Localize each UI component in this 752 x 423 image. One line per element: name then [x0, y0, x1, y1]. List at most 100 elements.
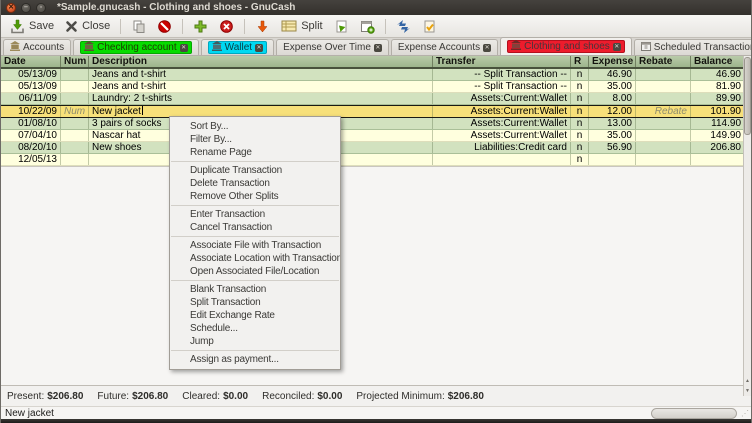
- menu-item-edit-exchange-rate[interactable]: Edit Exchange Rate: [170, 309, 340, 322]
- tab-accounts[interactable]: Accounts: [3, 39, 71, 55]
- cell-balance[interactable]: 89.90: [691, 93, 745, 104]
- cell-balance[interactable]: 46.90: [691, 69, 745, 80]
- tab-checking-account[interactable]: Checking account ✕: [73, 39, 199, 55]
- tab-expense-accounts[interactable]: Expense Accounts ✕: [391, 39, 498, 55]
- cell-transfer[interactable]: -- Split Transaction --: [433, 81, 571, 92]
- cell-date[interactable]: 05/13/09: [1, 81, 61, 92]
- menu-item-associate-file[interactable]: Associate File with Transaction: [170, 239, 340, 252]
- cell-balance[interactable]: 206.80: [691, 142, 745, 153]
- enter-button[interactable]: [188, 16, 213, 36]
- cell-balance[interactable]: [691, 154, 745, 165]
- tab-close-icon[interactable]: ✕: [374, 44, 382, 52]
- cell-num[interactable]: [61, 130, 89, 141]
- split-button[interactable]: Split: [276, 16, 327, 36]
- menu-item-delete-transaction[interactable]: Delete Transaction: [170, 177, 340, 190]
- close-button[interactable]: Close: [60, 16, 115, 36]
- column-header-r[interactable]: R: [571, 56, 589, 67]
- tab-wallet[interactable]: Wallet ✕: [201, 39, 274, 55]
- cell-expense[interactable]: 35.00: [589, 81, 636, 92]
- tab-close-icon[interactable]: ✕: [255, 44, 263, 52]
- cell-date[interactable]: 05/13/09: [1, 69, 61, 80]
- cell-num[interactable]: [61, 93, 89, 104]
- cell-reconciled[interactable]: n: [571, 93, 589, 104]
- cell-transfer[interactable]: Assets:Current:Wallet: [433, 130, 571, 141]
- cell-balance[interactable]: 114.90: [691, 118, 745, 129]
- menu-item-jump[interactable]: Jump: [170, 335, 340, 348]
- cell-transfer[interactable]: -- Split Transaction --: [433, 69, 571, 80]
- menu-item-split-transaction[interactable]: Split Transaction: [170, 296, 340, 309]
- cell-transfer[interactable]: Assets:Current:Wallet: [433, 93, 571, 104]
- cell-description[interactable]: Laundry: 2 t-shirts: [89, 93, 433, 104]
- cell-reconciled[interactable]: n: [571, 130, 589, 141]
- cell-transfer[interactable]: [433, 154, 571, 165]
- tab-close-icon[interactable]: ✕: [613, 43, 621, 51]
- schedule-button[interactable]: [355, 16, 380, 36]
- delete-button[interactable]: [152, 16, 177, 36]
- cell-reconciled[interactable]: n: [571, 81, 589, 92]
- window-minimize-button[interactable]: –: [21, 3, 31, 13]
- menu-item-open-associated[interactable]: Open Associated File/Location: [170, 265, 340, 278]
- cell-reconciled[interactable]: n: [571, 106, 589, 117]
- tab-clothing-and-shoes[interactable]: Clothing and shoes ✕: [500, 37, 632, 55]
- cell-rebate[interactable]: [636, 93, 691, 104]
- cell-rebate-placeholder[interactable]: Rebate: [636, 106, 691, 117]
- transaction-row-selected[interactable]: 10/22/09 Num New jacket Assets:Current:W…: [1, 105, 745, 118]
- column-header-rebate[interactable]: Rebate: [636, 56, 691, 67]
- column-header-date[interactable]: Date: [1, 56, 61, 67]
- resize-grip[interactable]: ⋰: [741, 410, 749, 418]
- cell-date[interactable]: 01/08/10: [1, 118, 61, 129]
- transaction-row[interactable]: 06/11/09 Laundry: 2 t-shirts Assets:Curr…: [1, 93, 745, 105]
- transaction-row[interactable]: 01/08/10 3 pairs of socks Assets:Current…: [1, 118, 745, 130]
- cell-date[interactable]: 10/22/09: [1, 106, 61, 117]
- column-header-description[interactable]: Description: [89, 56, 433, 67]
- cell-num-placeholder[interactable]: Num: [61, 106, 89, 117]
- cell-num[interactable]: [61, 142, 89, 153]
- vertical-scrollbar[interactable]: ▲ ▼: [743, 56, 751, 396]
- cell-reconciled[interactable]: n: [571, 154, 589, 165]
- transfer-button[interactable]: [391, 16, 416, 36]
- cell-reconciled[interactable]: n: [571, 142, 589, 153]
- menu-item-remove-other-splits[interactable]: Remove Other Splits: [170, 190, 340, 203]
- column-header-num[interactable]: Num: [61, 56, 89, 67]
- window-close-button[interactable]: ✕: [6, 3, 16, 13]
- scroll-down-icon[interactable]: ▼: [744, 387, 751, 396]
- tab-close-icon[interactable]: ✕: [180, 44, 188, 52]
- cell-balance[interactable]: 101.90: [691, 106, 745, 117]
- transaction-row[interactable]: 05/13/09 Jeans and t-shirt -- Split Tran…: [1, 81, 745, 93]
- menu-item-cancel-transaction[interactable]: Cancel Transaction: [170, 221, 340, 234]
- cell-expense[interactable]: 8.00: [589, 93, 636, 104]
- tab-close-icon[interactable]: ✕: [483, 44, 491, 52]
- transaction-row[interactable]: 12/05/13 n: [1, 154, 745, 166]
- scroll-up-icon[interactable]: ▲: [744, 377, 751, 386]
- cell-transfer[interactable]: Liabilities:Credit card: [433, 142, 571, 153]
- menu-item-duplicate-transaction[interactable]: Duplicate Transaction: [170, 164, 340, 177]
- menu-item-schedule[interactable]: Schedule...: [170, 322, 340, 335]
- cell-transfer[interactable]: Assets:Current:Wallet: [433, 118, 571, 129]
- cell-description[interactable]: Jeans and t-shirt: [89, 81, 433, 92]
- cell-date[interactable]: 06/11/09: [1, 93, 61, 104]
- save-button[interactable]: Save: [5, 16, 59, 36]
- transaction-row[interactable]: 08/20/10 New shoes Liabilities:Credit ca…: [1, 142, 745, 154]
- cell-rebate[interactable]: [636, 81, 691, 92]
- blank-transaction-button[interactable]: [250, 16, 275, 36]
- menu-item-enter-transaction[interactable]: Enter Transaction: [170, 208, 340, 221]
- cell-balance[interactable]: 149.90: [691, 130, 745, 141]
- jump-button[interactable]: [329, 16, 354, 36]
- cell-num[interactable]: [61, 81, 89, 92]
- cell-date[interactable]: 08/20/10: [1, 142, 61, 153]
- column-header-transfer[interactable]: Transfer: [433, 56, 571, 67]
- cell-rebate[interactable]: [636, 154, 691, 165]
- cell-expense[interactable]: 56.90: [589, 142, 636, 153]
- cell-num[interactable]: [61, 118, 89, 129]
- duplicate-button[interactable]: [126, 16, 151, 36]
- scrollbar-thumb[interactable]: [744, 57, 751, 135]
- cell-num[interactable]: [61, 154, 89, 165]
- column-header-expense[interactable]: Expense: [589, 56, 636, 67]
- cell-rebate[interactable]: [636, 142, 691, 153]
- menu-item-filter-by[interactable]: Filter By...: [170, 133, 340, 146]
- cell-balance[interactable]: 81.90: [691, 81, 745, 92]
- transaction-row[interactable]: 05/13/09 Jeans and t-shirt -- Split Tran…: [1, 69, 745, 81]
- transaction-row[interactable]: 07/04/10 Nascar hat Assets:Current:Walle…: [1, 130, 745, 142]
- menu-item-associate-location[interactable]: Associate Location with Transaction: [170, 252, 340, 265]
- menu-item-rename-page[interactable]: Rename Page: [170, 146, 340, 159]
